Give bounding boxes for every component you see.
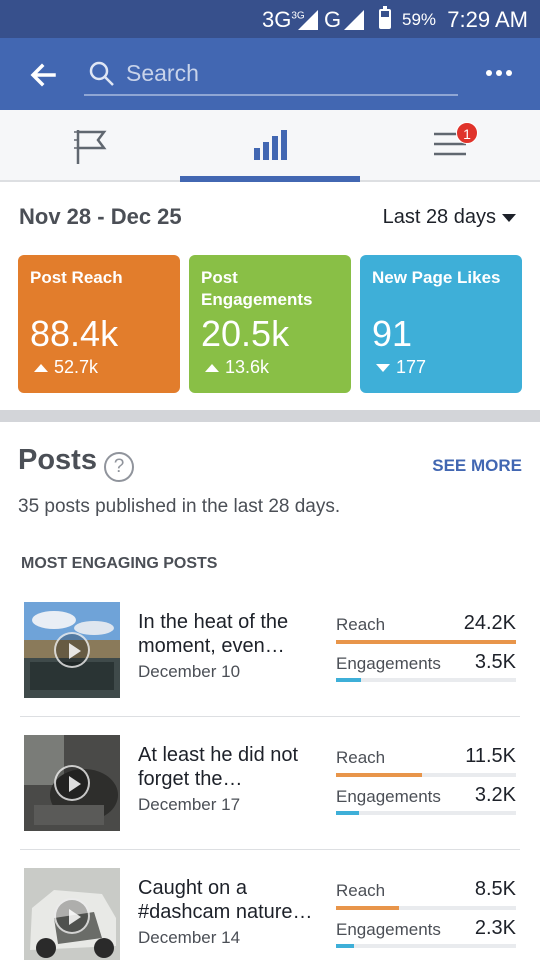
period-label: Last 28 days [382,206,496,228]
post-row[interactable]: Caught on a #dashcam nature… December 14… [0,864,540,960]
engagements-value: 3.2K [474,784,516,806]
post-text: Caught on a #dashcam nature… [138,877,313,923]
stat-label: New Page Likes [372,268,501,287]
caret-down-icon [502,213,516,222]
engagements-label: Engagements [336,654,441,673]
engagements-bar [336,811,516,815]
network-type-2: G [324,7,342,32]
see-more-link[interactable]: SEE MORE [432,456,522,476]
notification-badge: 1 [456,122,478,144]
arrow-up-icon [205,363,219,372]
status-bar: 3G3G G 59% 7:29 AM [0,0,540,38]
battery-icon [379,6,391,29]
more-options-icon[interactable] [486,68,512,78]
posts-title: Posts [18,444,97,476]
battery-percent: 59% [402,10,437,29]
engagements-label: Engagements [336,787,441,806]
reach-bar [336,773,516,777]
stat-label: Post Engagements [201,268,313,309]
tab-insights[interactable] [180,110,360,182]
post-date: December 10 [138,662,241,681]
back-arrow-icon[interactable] [28,60,58,90]
play-icon [54,898,90,934]
stat-label: Post Reach [30,268,123,287]
post-row[interactable]: In the heat of the moment, even… Decembe… [0,598,540,731]
active-tab-indicator [180,176,360,182]
stat-value: 91 [372,313,413,354]
reach-label: Reach [336,748,386,767]
period-dropdown[interactable]: Last 28 days [383,206,516,229]
search-icon [89,61,114,86]
stat-card-new-page-likes[interactable]: New Page Likes 91 177 [360,255,522,393]
post-text: In the heat of the moment, even… [138,611,289,657]
post-thumbnail[interactable] [24,602,120,698]
post-text: At least he did not forget the… [138,744,299,790]
flag-icon [74,130,107,164]
post-divider [20,849,520,850]
post-date: December 14 [138,928,241,947]
stat-delta: 52.7k [34,357,98,378]
search-placeholder: Search [126,60,199,86]
engagements-value: 2.3K [474,917,516,939]
stat-card-post-engagements[interactable]: Post Engagements 20.5k 13.6k [189,255,351,393]
reach-value: 11.5K [465,745,516,767]
post-date: December 17 [138,795,241,814]
arrow-up-icon [34,363,48,372]
reach-value: 24.2K [463,612,516,634]
reach-bar [336,906,516,910]
stat-delta: 13.6k [205,357,269,378]
section-divider [0,410,540,422]
clock: 7:29 AM [447,7,528,32]
post-thumbnail[interactable] [24,735,120,831]
reach-value: 8.5K [474,878,516,900]
reach-label: Reach [336,615,386,634]
bar-chart-icon [254,130,287,160]
signal-icon [298,10,318,30]
signal-icon-2 [344,10,364,30]
date-range: Nov 28 - Dec 25 [19,204,182,229]
tab-menu[interactable] [360,110,540,182]
play-icon [54,765,90,801]
engagements-bar [336,944,516,948]
stat-card-post-reach[interactable]: Post Reach 88.4k 52.7k [18,255,180,393]
post-divider [20,716,520,717]
engagements-bar [336,678,516,682]
engagements-label: Engagements [336,920,441,939]
post-row[interactable]: At least he did not forget the… December… [0,731,540,864]
stat-delta: 177 [376,357,426,378]
engagements-value: 3.5K [474,651,516,673]
posts-summary: 35 posts published in the last 28 days. [18,496,341,517]
play-icon [54,632,90,668]
arrow-down-icon [376,363,390,372]
tab-page[interactable] [0,110,180,182]
stat-value: 88.4k [30,313,119,354]
tab-bar: 1 [0,110,540,182]
reach-bar [336,640,516,644]
help-icon[interactable]: ? [104,452,134,482]
reach-label: Reach [336,881,386,900]
most-engaging-header: MOST ENGAGING POSTS [21,555,218,572]
search-header: Search [0,38,540,110]
post-thumbnail[interactable] [24,868,120,960]
stat-value: 20.5k [201,313,290,354]
